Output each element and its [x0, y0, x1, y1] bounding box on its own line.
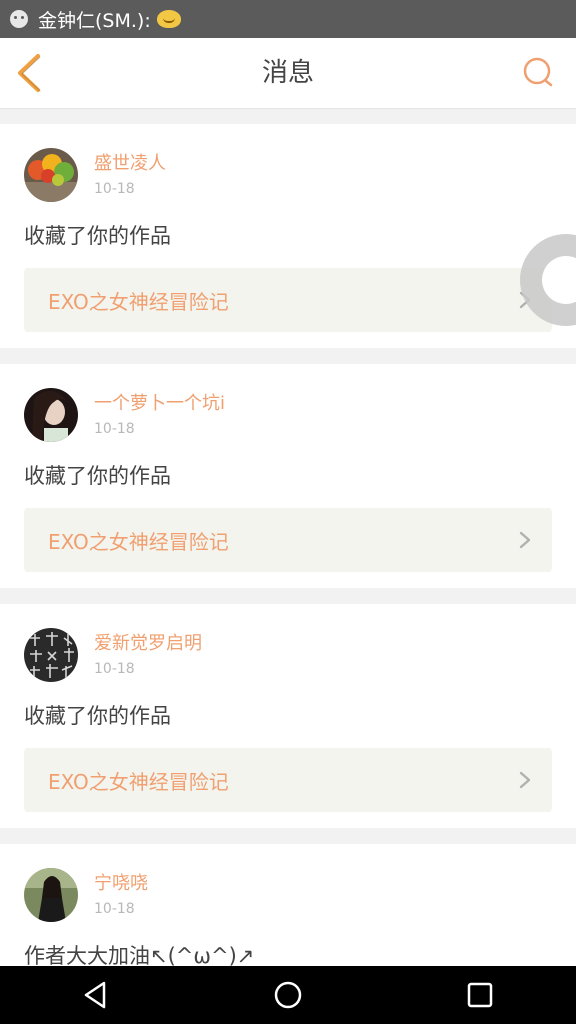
user-name[interactable]: 盛世凌人: [94, 152, 166, 176]
message-text: 收藏了你的作品: [24, 464, 171, 488]
system-nav-bar: [0, 966, 576, 1024]
work-title: EXO之女神经冒险记: [48, 289, 229, 314]
message-date: 10-18: [94, 181, 135, 197]
app-notification-icon: [10, 10, 28, 28]
name-column: 爱新觉罗启明 10-18: [94, 632, 202, 678]
notification-text: 金钟仁(SM.):: [38, 9, 151, 32]
avatar[interactable]: [24, 388, 78, 442]
square-recents-icon: [467, 982, 493, 1008]
message-date: 10-18: [94, 421, 135, 437]
girl-portrait-avatar-image: [24, 388, 78, 442]
message-card: 盛世凌人 10-18 收藏了你的作品 EXO之女神经冒险记: [0, 124, 576, 348]
header: 消息: [0, 38, 576, 109]
message-card: 爱新觉罗启明 10-18 收藏了你的作品 EXO之女神经冒险记: [0, 604, 576, 828]
user-name[interactable]: 爱新觉罗启明: [94, 632, 202, 656]
name-column: 盛世凌人 10-18: [94, 152, 166, 198]
message-date: 10-18: [94, 661, 135, 677]
message-date: 10-18: [94, 901, 135, 917]
name-column: 宁哓哓 10-18: [94, 872, 148, 918]
message-header: 宁哓哓 10-18: [24, 868, 552, 922]
message-header: 爱新觉罗启明 10-18: [24, 628, 552, 682]
work-link[interactable]: EXO之女神经冒险记: [24, 748, 552, 812]
work-link[interactable]: EXO之女神经冒险记: [24, 268, 552, 332]
calligraphy-pattern-avatar-image: [24, 628, 78, 682]
work-title: EXO之女神经冒险记: [48, 529, 229, 554]
work-title: EXO之女神经冒险记: [48, 769, 229, 794]
name-column: 一个萝卜一个坑i 10-18: [94, 392, 225, 438]
nav-home-button[interactable]: [258, 973, 318, 1017]
message-header: 盛世凌人 10-18: [24, 148, 552, 202]
chevron-right-icon: [519, 531, 531, 549]
search-icon: [523, 57, 553, 87]
screen: 金钟仁(SM.): 消息 盛世凌人 10-18 收藏了你的作品 EXO之女神经冒…: [0, 0, 576, 1024]
search-button[interactable]: [520, 55, 556, 91]
woman-outdoor-avatar-image: [24, 868, 78, 922]
message-text: 收藏了你的作品: [24, 224, 171, 248]
avatar[interactable]: [24, 868, 78, 922]
user-name[interactable]: 宁哓哓: [94, 872, 148, 896]
message-card: 一个萝卜一个坑i 10-18 收藏了你的作品 EXO之女神经冒险记: [0, 364, 576, 588]
nav-recents-button[interactable]: [450, 973, 510, 1017]
avatar[interactable]: [24, 148, 78, 202]
nav-back-button[interactable]: [66, 973, 126, 1017]
avatar[interactable]: [24, 628, 78, 682]
work-link[interactable]: EXO之女神经冒险记: [24, 508, 552, 572]
sleepy-face-emoji-icon: [156, 10, 181, 28]
page-title: 消息: [261, 58, 314, 88]
message-text: 收藏了你的作品: [24, 704, 171, 728]
message-header: 一个萝卜一个坑i 10-18: [24, 388, 552, 442]
user-name[interactable]: 一个萝卜一个坑i: [94, 392, 225, 416]
chevron-right-icon: [519, 771, 531, 789]
status-bar: 金钟仁(SM.):: [0, 0, 576, 38]
triangle-back-icon: [84, 981, 106, 1009]
circle-home-icon: [274, 981, 302, 1009]
floating-button-core: [542, 256, 576, 304]
message-list: 盛世凌人 10-18 收藏了你的作品 EXO之女神经冒险记 一个萝卜一个坑i 1…: [0, 108, 576, 986]
autumn-leaves-avatar-image: [24, 148, 78, 202]
message-card: 宁哓哓 10-18 作者大大加油↖(^ω^)↗: [0, 844, 576, 986]
